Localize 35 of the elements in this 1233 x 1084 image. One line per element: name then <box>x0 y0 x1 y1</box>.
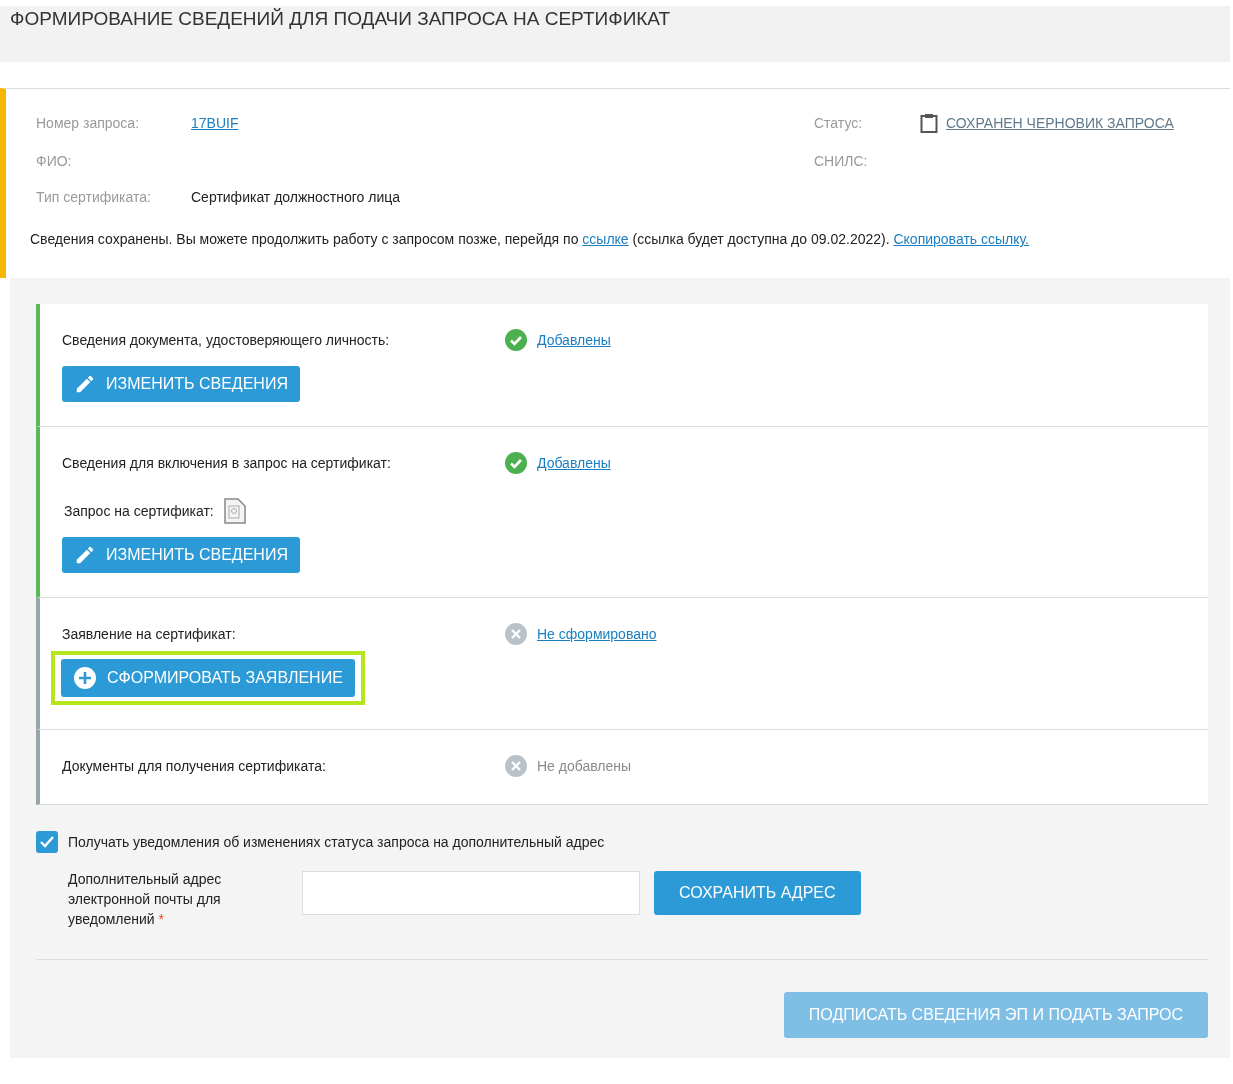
save-address-button[interactable]: СОХРАНИТЬ АДРЕС <box>654 871 861 915</box>
saved-notice: Сведения сохранены. Вы можете продолжить работу с запросом позже, перейдя по ссылке (ссылка будет доступна до 09.02.2022). Скопировать ссылку. <box>30 230 1030 249</box>
edit-button[interactable]: ИЗМЕНИТЬ СВЕДЕНИЯ <box>62 537 300 573</box>
section-label: Сведения документа, удостоверяющего личность: <box>62 332 391 348</box>
clipboard-icon <box>920 113 938 133</box>
status-link[interactable]: Не сформировано <box>537 626 657 642</box>
copy-link[interactable]: Скопировать ссылку. <box>893 231 1029 247</box>
edit-button[interactable]: ИЗМЕНИТЬ СВЕДЕНИЯ <box>62 366 300 402</box>
field-value: Сертификат должностного лица <box>191 189 402 205</box>
create-button[interactable]: СФОРМИРОВАТЬ ЗАЯВЛЕНИЕ <box>61 659 355 697</box>
link[interactable]: ссылке <box>582 231 629 247</box>
field-label: Статус: <box>814 115 864 131</box>
field-label: Тип сертификата: <box>36 189 152 205</box>
checkbox-label: Получать уведомления об изменениях статуса запроса на дополнительный адрес <box>68 834 605 850</box>
section-label: Сведения для включения в запрос на сертификат: <box>62 455 392 471</box>
page-title: ФОРМИРОВАНИЕ СВЕДЕНИЙ ДЛЯ ПОДАЧИ ЗАПРОСА НА СЕРТИФИКАТ <box>10 8 671 29</box>
status-link[interactable]: Добавлены <box>537 455 611 471</box>
field-label: ФИО: <box>36 153 73 169</box>
file-label: Запрос на сертификат: <box>64 503 214 519</box>
status-text: Не добавлены <box>537 758 632 774</box>
document-icon[interactable] <box>221 497 248 525</box>
field-label: СНИЛС: <box>814 153 869 169</box>
section-label: Заявление на сертификат: <box>62 626 237 642</box>
section-label: Документы для получения сертификата: <box>62 758 327 774</box>
field-label: Дополнительный адрес электронной почты для уведомлений * <box>68 870 223 929</box>
status-link[interactable]: Добавлены <box>537 332 611 348</box>
checkbox[interactable] <box>36 831 58 853</box>
field-label: Номер запроса: <box>36 115 141 131</box>
status-link[interactable]: СОХРАНЕН ЧЕРНОВИК ЗАПРОСА <box>946 115 1174 131</box>
plus-circle-icon <box>73 666 97 690</box>
pencil-icon <box>74 373 96 395</box>
checkmark-icon <box>39 835 55 849</box>
request-number-link[interactable]: 17BUIF <box>191 115 239 131</box>
email-field[interactable] <box>302 871 640 915</box>
pencil-icon <box>74 544 96 566</box>
